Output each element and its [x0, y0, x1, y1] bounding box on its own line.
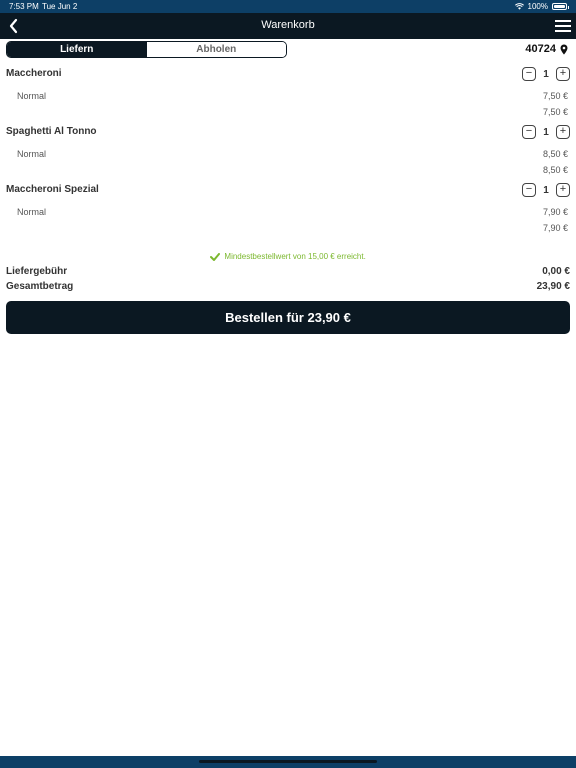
hamburger-menu-icon[interactable]: [554, 17, 572, 35]
wifi-icon: [514, 3, 524, 10]
item-total: 7,90 €: [542, 223, 568, 233]
cart-item: Spaghetti Al Tonno − 1 + Normal 8,50 € 8…: [0, 120, 576, 178]
delivery-fee-value: 0,00 €: [542, 266, 570, 277]
page-title: Warenkorb: [261, 19, 315, 31]
delivery-fee-label: Liefergebühr: [6, 266, 68, 277]
item-name: Maccheroni Spezial: [6, 184, 99, 195]
order-button[interactable]: Bestellen für 23,90 €: [6, 301, 570, 334]
home-indicator[interactable]: [199, 760, 377, 763]
zip-code: 40724: [525, 43, 556, 55]
quantity-stepper: − 1 +: [522, 183, 570, 197]
navigation-bar: Warenkorb: [0, 13, 576, 39]
total-label: Gesamtbetrag: [6, 281, 74, 292]
cart-item: Maccheroni Spezial − 1 + Normal 7,90 € 7…: [0, 178, 576, 236]
increment-button[interactable]: +: [556, 183, 570, 197]
variant-price: 7,90 €: [542, 207, 568, 217]
variant-price: 8,50 €: [542, 149, 568, 159]
checkmark-icon: [210, 252, 221, 261]
quantity-value: 1: [543, 68, 549, 80]
quantity-value: 1: [543, 184, 549, 196]
status-right: 100%: [514, 2, 569, 11]
item-variant: Normal: [17, 91, 47, 101]
bottom-bar: [0, 756, 576, 768]
total-value: 23,90 €: [536, 281, 570, 292]
variant-price: 7,50 €: [542, 91, 568, 101]
status-time: 7:53 PM: [9, 2, 39, 11]
status-bar: 7:53 PM Tue Jun 2 100%: [0, 0, 576, 13]
decrement-button[interactable]: −: [522, 67, 536, 81]
quantity-value: 1: [543, 126, 549, 138]
decrement-button[interactable]: −: [522, 125, 536, 139]
increment-button[interactable]: +: [556, 125, 570, 139]
tab-abholen[interactable]: Abholen: [146, 42, 286, 57]
delivery-fee-row: Liefergebühr 0,00 €: [6, 266, 570, 277]
cart-items: Maccheroni − 1 + Normal 7,50 € 7,50 € Sp…: [0, 62, 576, 236]
min-order-message: Mindestbestellwert von 15,00 € erreicht.: [224, 252, 366, 261]
item-variant: Normal: [17, 207, 47, 217]
item-variant: Normal: [17, 149, 47, 159]
battery-icon: [552, 3, 569, 10]
quantity-stepper: − 1 +: [522, 125, 570, 139]
quantity-stepper: − 1 +: [522, 67, 570, 81]
item-total: 8,50 €: [542, 165, 568, 175]
location-selector[interactable]: 40724: [525, 43, 568, 55]
status-date: Tue Jun 2: [42, 2, 78, 11]
increment-button[interactable]: +: [556, 67, 570, 81]
map-pin-icon: [560, 44, 568, 54]
min-order-notice: Mindestbestellwert von 15,00 € erreicht.: [0, 252, 576, 261]
tab-liefern[interactable]: Liefern: [7, 42, 147, 57]
cart-item: Maccheroni − 1 + Normal 7,50 € 7,50 €: [0, 62, 576, 120]
battery-percentage: 100%: [527, 2, 548, 11]
delivery-mode-toggle: Liefern Abholen: [6, 41, 287, 58]
item-name: Spaghetti Al Tonno: [6, 126, 97, 137]
decrement-button[interactable]: −: [522, 183, 536, 197]
total-row: Gesamtbetrag 23,90 €: [6, 281, 570, 292]
item-name: Maccheroni: [6, 68, 62, 79]
item-total: 7,50 €: [542, 107, 568, 117]
